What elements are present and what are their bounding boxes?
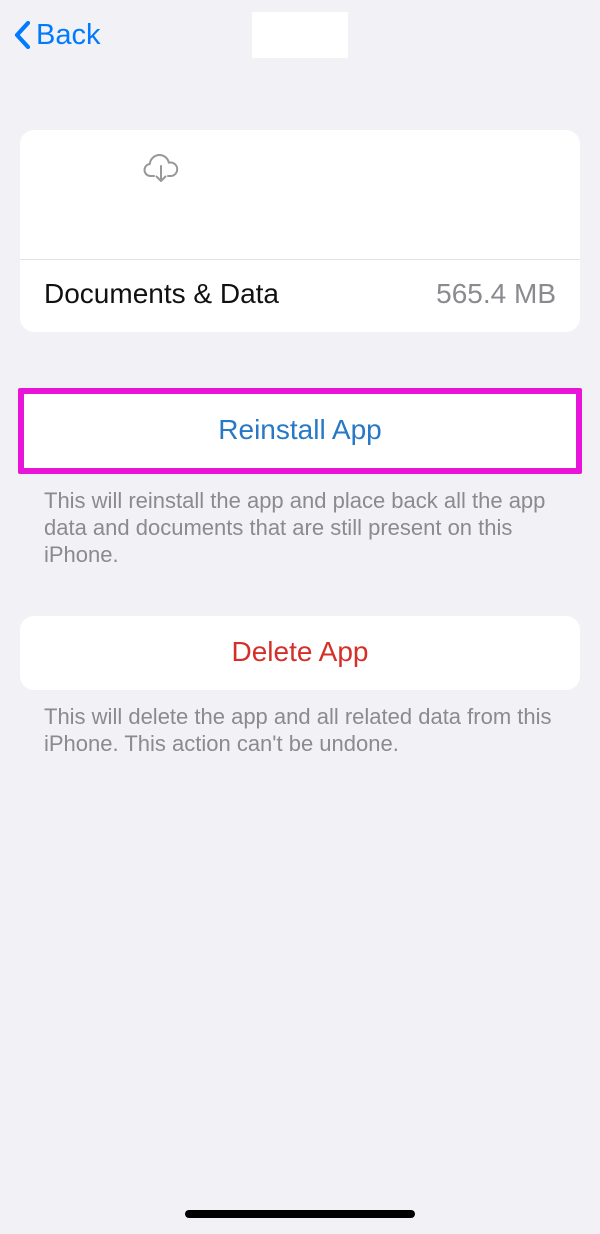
back-button[interactable]: Back (12, 19, 100, 52)
delete-section: Delete App This will delete the app and … (20, 616, 580, 758)
reinstall-section: Reinstall App This will reinstall the ap… (20, 388, 580, 568)
documents-data-value: 565.4 MB (436, 278, 556, 310)
reinstall-app-button[interactable]: Reinstall App (24, 394, 576, 468)
documents-data-label: Documents & Data (44, 278, 279, 310)
reinstall-description: This will reinstall the app and place ba… (20, 474, 580, 568)
cloud-download-icon (142, 152, 180, 189)
home-indicator[interactable] (185, 1210, 415, 1218)
app-header-row[interactable] (20, 130, 580, 260)
documents-data-row[interactable]: Documents & Data 565.4 MB (20, 260, 580, 332)
app-info-card: Documents & Data 565.4 MB (20, 130, 580, 332)
nav-bar: Back (0, 0, 600, 70)
back-label: Back (36, 19, 100, 52)
chevron-left-icon (12, 19, 32, 51)
delete-app-button[interactable]: Delete App (20, 616, 580, 690)
content-area: Documents & Data 565.4 MB Reinstall App … (0, 70, 600, 758)
reinstall-highlight: Reinstall App (18, 388, 582, 474)
title-mask (252, 12, 348, 58)
delete-description: This will delete the app and all related… (20, 690, 580, 758)
